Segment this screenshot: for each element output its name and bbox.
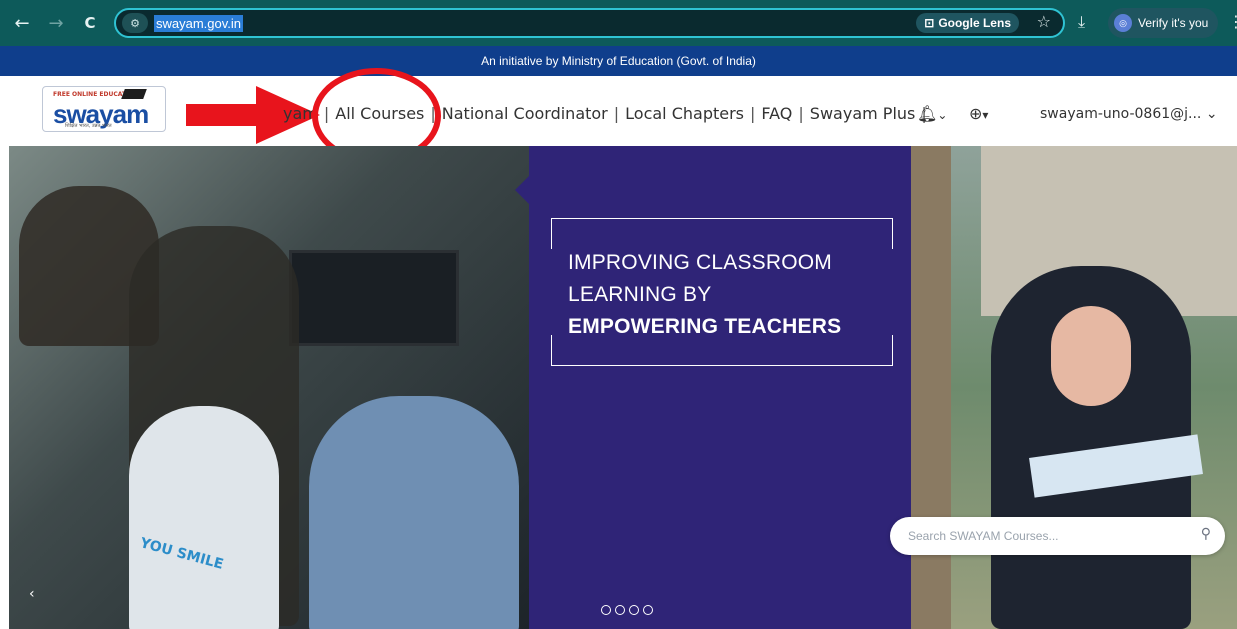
carousel-prev-icon[interactable]: ‹ [29,586,35,602]
carousel-indicators [601,605,653,615]
search-input[interactable] [908,526,1188,546]
students-photo [911,146,1237,629]
language-globe-icon[interactable]: ⊕▾ [969,104,988,123]
nav-link-faq[interactable]: FAQ [761,104,792,123]
logo-subtitle: शिक्षित भारत, उन्नत भारत [65,123,112,129]
bell-caret-icon: ⌄ [937,108,948,122]
google-lens-button[interactable]: ⊡ Google Lens [916,13,1019,33]
hero-carousel: YOU SMILE ‹ IMPROVING CLASSROOM LEARNING… [9,146,1237,629]
tree-trunk [911,146,951,629]
panel-notch [515,176,529,204]
reload-icon[interactable]: C [76,14,104,32]
lens-label: Google Lens [938,16,1011,30]
lens-icon: ⊡ [924,16,935,30]
nav-link-national-coordinator[interactable]: National Coordinator [442,104,608,123]
graduation-cap-icon [121,89,147,99]
search-icon[interactable]: ⚲ [1201,526,1211,542]
notification-bell-icon[interactable]: 🔔︎⌄ [917,104,947,123]
initiative-banner: An initiative by Ministry of Education (… [0,46,1237,76]
tv-screen [289,250,459,346]
user-email: swayam-uno-0861@j... [1040,106,1202,122]
swayam-logo[interactable]: FREE ONLINE EDUCATION swayam शिक्षित भार… [42,86,166,132]
verify-label: Verify it's you [1138,16,1209,30]
course-search: ⚲ [890,517,1225,555]
verify-button[interactable]: ◎ Verify it's you [1108,8,1219,38]
nav-link-swayam-plus[interactable]: Swayam Plus [810,104,916,123]
nav-link-local-chapters[interactable]: Local Chapters [625,104,744,123]
carousel-dot[interactable] [629,605,639,615]
forward-icon[interactable]: → [42,13,70,34]
address-bar[interactable]: ⚙ swayam.gov.in ⊡ Google Lens ☆ [114,8,1065,38]
url-text[interactable]: swayam.gov.in [154,14,244,32]
avatar-icon: ◎ [1114,14,1132,32]
star-icon[interactable]: ☆ [1037,12,1051,31]
hero-frame: IMPROVING CLASSROOM LEARNING BY EMPOWERI… [551,218,893,366]
kebab-menu-icon[interactable]: ⋮ [1228,12,1237,31]
hero-heading-line-3: EMPOWERING TEACHERS [568,315,842,338]
nav-separator: | [613,104,620,123]
carousel-dot[interactable] [601,605,611,615]
user-menu[interactable]: swayam-uno-0861@j... ⌄ [1040,106,1218,122]
hero-text-panel: IMPROVING CLASSROOM LEARNING BY EMPOWERI… [515,146,911,629]
student-figure [129,406,279,629]
hero-heading-line-1: IMPROVING CLASSROOM [568,251,833,274]
classroom-photo: YOU SMILE [9,146,529,629]
site-info-icon[interactable]: ⚙ [122,13,148,33]
nav-separator: | [750,104,756,123]
globe-caret-icon: ▾ [982,108,989,122]
hero-heading-line-2: LEARNING BY [568,283,712,306]
download-icon[interactable]: ⤓ [1078,12,1085,32]
student-figure [309,396,519,629]
carousel-dot[interactable] [615,605,625,615]
student-face [1051,306,1131,406]
carousel-dot[interactable] [643,605,653,615]
nav-separator: | [798,104,804,123]
back-icon[interactable]: ← [8,13,36,34]
